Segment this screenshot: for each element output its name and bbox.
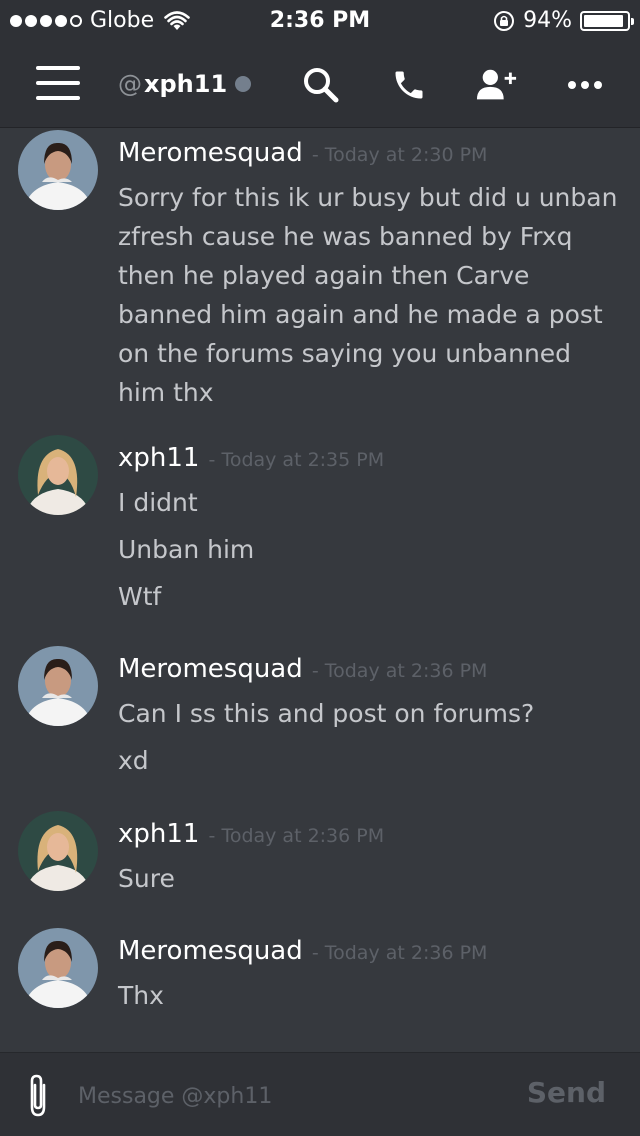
battery-icon — [580, 10, 634, 31]
message-header: xph11 - Today at 2:36 PM — [118, 819, 384, 849]
message-header: Meromesquad - Today at 2:36 PM — [118, 936, 487, 966]
message-input-bar: Send — [0, 1052, 640, 1136]
add-user-icon — [476, 69, 517, 100]
message-author[interactable]: Meromesquad — [118, 138, 303, 168]
meromesquad-avatar[interactable] — [18, 130, 98, 210]
attach-button[interactable] — [22, 1071, 54, 1119]
message-text: xd — [118, 746, 149, 775]
search-button[interactable] — [300, 64, 342, 106]
more-options-button[interactable] — [564, 64, 606, 106]
message-author[interactable]: xph11 — [118, 819, 199, 849]
message-author[interactable]: Meromesquad — [118, 654, 303, 684]
message-header: Meromesquad - Today at 2:36 PM — [118, 654, 487, 684]
message-body: I didnt Unban him Wtf — [118, 483, 618, 616]
message-text: Thx — [118, 981, 164, 1010]
at-symbol: @ — [118, 70, 142, 98]
message-text: Can I ss this and post on forums? — [118, 699, 535, 728]
message-header: Meromesquad - Today at 2:30 PM — [118, 138, 487, 168]
presence-status-indicator — [235, 76, 252, 92]
send-button[interactable]: Send — [521, 1075, 612, 1110]
message-text: Wtf — [118, 582, 162, 611]
status-bar: Globe 2:36 PM 94% — [0, 0, 640, 40]
message-author[interactable]: xph11 — [118, 443, 199, 473]
add-user-button[interactable] — [476, 64, 518, 106]
channel-header: @ xph11 — [0, 40, 640, 128]
phone-icon — [395, 71, 423, 99]
menu-icon-bar — [36, 96, 80, 100]
message-body: Sure — [118, 859, 618, 898]
meromesquad-avatar[interactable] — [18, 646, 98, 726]
channel-title[interactable]: @ xph11 — [118, 70, 252, 98]
xph11-avatar[interactable] — [18, 811, 98, 891]
rotation-lock-icon — [494, 10, 515, 31]
message-text: Unban him — [118, 535, 255, 564]
message-body: Can I ss this and post on forums? xd — [118, 694, 618, 780]
message-header: xph11 - Today at 2:35 PM — [118, 443, 384, 473]
channel-username: xph11 — [144, 70, 228, 98]
call-button[interactable] — [388, 64, 430, 106]
search-icon — [304, 68, 339, 103]
message-author[interactable]: Meromesquad — [118, 936, 303, 966]
message-timestamp: - Today at 2:30 PM — [311, 144, 488, 166]
message-input[interactable] — [76, 1073, 520, 1119]
message-timestamp: - Today at 2:36 PM — [311, 660, 488, 682]
menu-button[interactable] — [36, 66, 80, 100]
battery-fill — [584, 14, 624, 27]
message-list[interactable]: Meromesquad - Today at 2:30 PM Sorry for… — [0, 128, 640, 1052]
xph11-avatar[interactable] — [18, 435, 98, 515]
message-timestamp: - Today at 2:36 PM — [311, 942, 488, 964]
message-body: Sorry for this ik ur busy but did u unba… — [118, 178, 618, 412]
menu-icon-bar — [36, 81, 80, 85]
message-timestamp: - Today at 2:35 PM — [208, 449, 385, 471]
paperclip-icon — [30, 1074, 46, 1117]
meromesquad-avatar[interactable] — [18, 928, 98, 1008]
battery-percent: 94% — [523, 8, 572, 33]
status-right: 94% — [493, 8, 634, 33]
message-body: Thx — [118, 976, 618, 1015]
message-timestamp: - Today at 2:36 PM — [208, 825, 385, 847]
menu-icon-bar — [36, 66, 80, 70]
message-text: Sure — [118, 864, 175, 893]
message-text: I didnt — [118, 488, 198, 517]
more-icon — [568, 81, 602, 89]
message-text: Sorry for this ik ur busy but did u unba… — [118, 183, 618, 407]
